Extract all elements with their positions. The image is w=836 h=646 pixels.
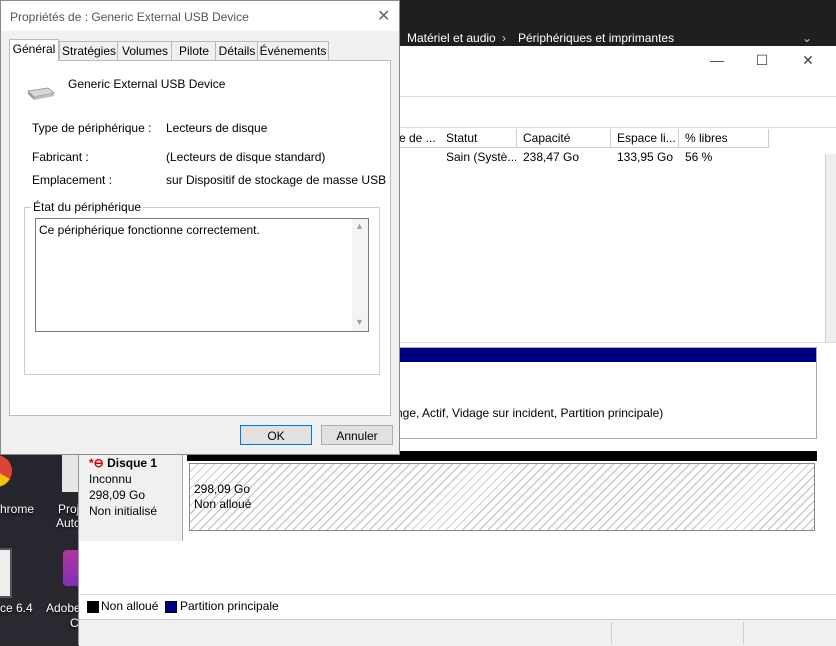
legend-swatch-unallocated — [87, 601, 99, 613]
chrome-icon[interactable] — [0, 455, 12, 487]
close-button[interactable]: ✕ — [798, 52, 818, 69]
scroll-down-icon[interactable]: ▼ — [355, 317, 364, 327]
desktop-icon-label-proj[interactable]: Proj — [58, 502, 79, 516]
properties-dialog: Propriétés de : Generic External USB Dev… — [0, 0, 400, 455]
legend-label-unallocated: Non alloué — [101, 599, 159, 613]
tab-details[interactable]: Détails — [215, 41, 259, 60]
property-value-type: Lecteurs de disque — [166, 121, 268, 135]
app-shortcut-icon[interactable] — [0, 548, 12, 598]
tab-driver[interactable]: Pilote — [171, 41, 217, 60]
chevron-down-icon[interactable]: ⌄ — [802, 31, 812, 45]
column-header-type[interactable]: e de ... — [393, 129, 444, 148]
desktop-icon-label-auto[interactable]: Auto — [56, 516, 81, 530]
maximize-button[interactable]: ☐ — [752, 52, 772, 69]
primary-partition-bar — [396, 348, 816, 362]
tab-policies[interactable]: Stratégies — [59, 41, 119, 60]
disk1-partition[interactable]: 298,09 Go Non alloué — [187, 451, 817, 533]
legend: Non alloué Partition principale — [79, 594, 836, 617]
property-label-location: Emplacement : — [32, 173, 113, 187]
usb-drive-icon — [27, 87, 55, 100]
property-value-location: sur Dispositif de stockage de masse USB — [166, 173, 387, 187]
general-tab-panel: Generic External USB Device Type de péri… — [9, 60, 391, 416]
close-icon[interactable]: ✕ — [377, 6, 390, 26]
disk1-name: Disque 1 — [107, 456, 158, 470]
disk1-size: 298,09 Go — [89, 488, 146, 502]
status-scrollbar[interactable]: ▲ ▼ — [352, 219, 368, 331]
table-row-free-space[interactable]: 133,95 Go — [611, 148, 678, 166]
status-separator — [611, 622, 612, 644]
desktop-icon-label-adobe[interactable]: Adobe — [46, 601, 81, 615]
scroll-up-icon[interactable]: ▲ — [355, 221, 364, 231]
status-separator — [743, 622, 744, 644]
breadcrumb-item-hardware[interactable]: Matériel et audio — [407, 31, 496, 45]
device-status-text: Ce périphérique fonctionne correctement. — [39, 223, 260, 237]
disk0-partition[interactable]: nge, Actif, Vidage sur incident, Partiti… — [395, 347, 817, 439]
legend-swatch-primary — [165, 601, 177, 613]
status-bar — [79, 619, 836, 646]
column-header-free-space[interactable]: Espace li... — [611, 129, 679, 148]
disk1-label[interactable]: *⊖ Disque 1 Inconnu 298,09 Go Non initia… — [79, 451, 183, 541]
error-icon: *⊖ — [89, 456, 104, 470]
disk1-type: Inconnu — [89, 472, 132, 486]
vertical-scrollbar[interactable] — [825, 154, 836, 344]
breadcrumb-separator-icon: › — [502, 31, 506, 45]
disk1-state: Non initialisé — [89, 504, 158, 518]
disk1-row: *⊖ Disque 1 Inconnu 298,09 Go Non initia… — [79, 451, 836, 541]
unallocated-space[interactable]: 298,09 Go Non alloué — [189, 463, 815, 531]
column-header-percent-free[interactable]: % libres — [679, 129, 769, 148]
legend-label-primary: Partition principale — [180, 599, 279, 613]
column-header-status[interactable]: Statut — [440, 129, 517, 148]
device-status-group: État du périphérique Ce périphérique fon… — [24, 200, 380, 375]
device-status-textbox[interactable]: Ce périphérique fonctionne correctement.… — [35, 218, 369, 332]
table-row-status[interactable]: Sain (Systè... — [440, 148, 516, 166]
column-header-capacity[interactable]: Capacité — [517, 129, 611, 148]
device-name: Generic External USB Device — [68, 77, 226, 91]
breadcrumb-item-devices[interactable]: Périphériques et imprimantes — [518, 31, 674, 45]
tab-events[interactable]: Événements — [257, 41, 329, 60]
dialog-titlebar[interactable]: Propriétés de : Generic External USB Dev… — [1, 1, 399, 31]
disk1-partition-size: 298,09 Go — [194, 482, 251, 496]
explorer-titlebar — [398, 0, 836, 28]
disk1-partition-state: Non alloué — [194, 497, 252, 511]
explorer-breadcrumb: Matériel et audio › Périphériques et imp… — [398, 28, 836, 46]
property-label-manufacturer: Fabricant : — [32, 150, 89, 164]
desktop-icon-label-ce[interactable]: ce 6.4 — [0, 601, 33, 615]
minimize-button[interactable]: — — [707, 52, 727, 68]
desktop-icon-label-chrome[interactable]: hrome — [0, 502, 34, 516]
tab-general[interactable]: Général — [9, 39, 59, 61]
table-row-percent-free[interactable]: 56 % — [679, 148, 768, 166]
tab-volumes[interactable]: Volumes — [117, 41, 173, 60]
ok-button[interactable]: OK — [240, 425, 312, 445]
device-status-title: État du périphérique — [31, 200, 144, 214]
table-row-capacity[interactable]: 238,47 Go — [517, 148, 610, 166]
dialog-title: Propriétés de : Generic External USB Dev… — [10, 10, 249, 24]
disk0-partition-description: nge, Actif, Vidage sur incident, Partiti… — [396, 406, 664, 420]
property-value-manufacturer: (Lecteurs de disque standard) — [166, 150, 326, 164]
cancel-button[interactable]: Annuler — [321, 425, 393, 445]
property-label-type: Type de périphérique : — [32, 121, 152, 135]
